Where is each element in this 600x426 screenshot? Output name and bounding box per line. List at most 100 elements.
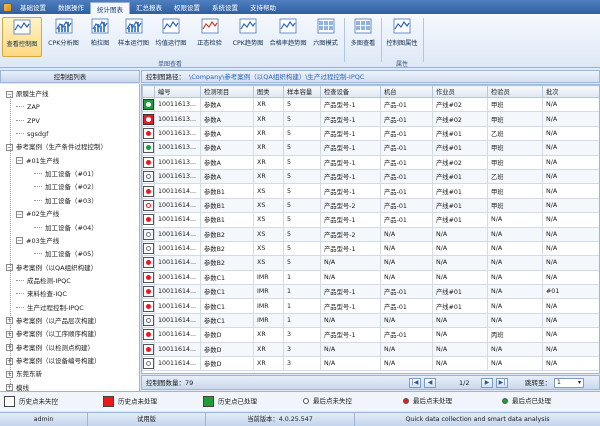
tree-node[interactable]: − #02生产线 <box>16 209 59 220</box>
table-row[interactable]: 10011614... 参数D XR 3 N/A N/A N/A N/A N/A <box>142 356 599 372</box>
table-row[interactable]: 10011614... 参数B1 XS 5 产品型号-1 产品-01 产线#01 甲班 N/A <box>142 183 599 199</box>
table-row[interactable]: 10011614... 参数C1 IMR 1 产品型号-1 产品-01 产线#01 N/A #0… <box>142 284 599 300</box>
table-row[interactable]: 10011614... 参数B2 XS 5 N/A N/A N/A N/A N/A <box>142 255 599 271</box>
tree-node[interactable]: 加工设备（#05） <box>34 249 98 260</box>
tree-node[interactable]: + 参考案例（以设备编号构建） <box>6 356 101 367</box>
tree-node[interactable]: − 原膜生产线 <box>6 89 49 100</box>
legend-dot-icon <box>303 398 309 404</box>
menu-item-3[interactable]: 统计图表 <box>90 2 130 14</box>
grid-header-cell[interactable]: 检查设备 <box>320 85 381 98</box>
table-row[interactable]: 10011613... 参数A XR 5 产品型号-1 产品-01 产线#01 乙班 N/A <box>142 168 599 185</box>
table-cell: 10011614... <box>154 226 201 242</box>
grid-header-cell[interactable]: 机台 <box>380 85 433 98</box>
menu-item-6[interactable]: 系统设置 <box>206 0 244 14</box>
ribbon-button-2[interactable]: CPK分析图 <box>43 17 84 57</box>
table-row[interactable]: 10011614... 参数B1 XS 5 产品型号-1 产品-01 产线#01 N/A N/A <box>142 212 599 228</box>
table-cell: N/A <box>542 341 599 358</box>
grid-header-cell[interactable]: 作业员 <box>432 85 488 98</box>
tree-node[interactable]: − 参考案例（生产条件过程控制） <box>6 142 107 153</box>
menu-item-7[interactable]: 支持帮助 <box>244 0 282 14</box>
table-cell: XR <box>253 341 284 358</box>
grid-header-cell[interactable]: 检测项目 <box>200 85 254 98</box>
tree-node[interactable]: + 参考案例（以产品层次构建） <box>6 316 101 327</box>
ribbon-button-1[interactable]: 查看控制图 <box>2 17 42 57</box>
ribbon-button-5[interactable]: 均值运行图 <box>152 17 190 57</box>
expand-icon[interactable]: + <box>6 384 13 391</box>
collapse-icon[interactable]: − <box>16 210 23 218</box>
control-group-list-header: 控制组列表 <box>0 70 140 83</box>
tree-node[interactable]: 生产过程控制-IPQC <box>16 303 84 314</box>
chart-property-button[interactable]: 控制图属性 <box>384 17 420 57</box>
ribbon-button-7[interactable]: CPK趋势图 <box>229 17 267 57</box>
tree-node[interactable]: ZAP <box>16 102 40 113</box>
table-cell: N/A <box>542 312 599 329</box>
table-cell: XS <box>253 183 284 199</box>
tree-node[interactable]: ZPV <box>16 116 40 127</box>
table-cell: 10011614... <box>154 312 201 329</box>
collapse-icon[interactable]: − <box>16 157 23 165</box>
table-cell: IMR <box>253 269 284 286</box>
table-cell: 1 <box>283 284 321 300</box>
ribbon-button-8[interactable]: 合格率趋势图 <box>268 17 308 57</box>
row-status-cell <box>142 125 155 142</box>
tree-node[interactable]: − 参考案例（以QA组织构建） <box>6 263 97 274</box>
tree-node[interactable]: sgsdgf <box>16 129 48 140</box>
table-row[interactable]: 10011614... 参数B2 XS 5 产品型号-1 N/A N/A N/A N/A <box>142 240 599 257</box>
grid-header-cell[interactable]: 样本容量 <box>283 85 321 98</box>
status-version: 当前版本：4.0.25.547 <box>206 413 355 426</box>
table-cell: N/A <box>380 226 433 242</box>
ribbon-button-4[interactable]: 样本运行图 <box>116 17 151 57</box>
table-cell: 产线#02 <box>432 96 488 113</box>
menu-item-5[interactable]: 权限设置 <box>168 0 206 14</box>
tree-node[interactable]: + 参考案例（以工序顺序构建） <box>6 329 101 340</box>
tree-node[interactable]: 加工设备（#02） <box>34 182 98 193</box>
grid-header-cell[interactable]: 检验员 <box>487 85 543 98</box>
control-group-tree[interactable]: − 原膜生产线 ZAP ZPV sgsdgf − 参考案例（生产条件过程控制） − #01生产线… <box>0 84 140 391</box>
tree-node[interactable]: 加工设备（#04） <box>34 223 98 234</box>
table-cell: XS <box>253 240 284 257</box>
tree-node[interactable]: + 参考案例（以检测点构建） <box>6 343 94 354</box>
tree-node-label: sgsdgf <box>27 130 49 139</box>
tree-node[interactable]: 加工设备（#03） <box>34 196 98 207</box>
ribbon-button-6[interactable]: 正态检验 <box>191 17 228 57</box>
table-row[interactable]: 10011614... 参数C1 IMR 1 N/A N/A N/A N/A N/A <box>142 269 599 286</box>
app-icon[interactable] <box>0 0 14 14</box>
tree-node[interactable]: + 东莞东新 <box>6 369 42 380</box>
control-chart-grid[interactable]: 编号 检测项目 图类 样本容量 检查设备 机台 作业员 检验员 批次 10011613... 参数… <box>141 84 600 374</box>
table-row[interactable]: 10011614... 参数D XR 3 产品型号-1 产品-01 N/A 丙班 N/A <box>142 327 599 343</box>
tree-node[interactable]: 成品检测-IPQC <box>16 276 71 287</box>
grid-header-cell[interactable]: 图类 <box>253 85 284 98</box>
table-row[interactable]: 10011613... 参数A XR 5 产品型号-1 产品-01 产线#02 甲班 N/A <box>142 154 599 170</box>
menu-item-2[interactable]: 数据操作 <box>52 0 90 14</box>
tree-node[interactable]: − #01生产线 <box>16 156 59 167</box>
table-row[interactable]: 10011613... 参数A XR 5 产品型号-1 产品-01 产线#02 甲班 N/A <box>142 96 599 113</box>
table-row[interactable]: 10011613... 参数A XR 5 产品型号-1 产品-01 产线#01 乙班 N/A <box>142 125 599 142</box>
tree-node[interactable]: 来料检查-IQC <box>16 289 67 300</box>
ribbon-button-3[interactable]: 柏拉图 <box>85 17 115 57</box>
collapse-icon[interactable]: − <box>16 237 23 245</box>
next-page-button[interactable]: ▶ <box>481 378 493 388</box>
tree-node[interactable]: 加工设备（#01） <box>34 169 98 180</box>
prev-page-button[interactable]: ◀ <box>424 378 436 388</box>
ribbon-button-9[interactable]: 六图模式 <box>309 17 342 57</box>
legend-dot-icon <box>403 398 409 404</box>
jump-page-select[interactable]: 1 ▾ <box>554 378 584 388</box>
menu-item-4[interactable]: 汇总报表 <box>130 0 168 14</box>
grid-header-cell[interactable]: 编号 <box>154 85 201 98</box>
table-row[interactable]: 10011613... 参数A XR 5 产品型号-1 产品-01 产线#02 甲班 N/A <box>142 111 599 127</box>
page-indicator: 1/2 <box>459 379 470 387</box>
multi-chart-view-button[interactable]: 多图查看 <box>348 17 378 57</box>
last-page-button[interactable]: ▶| <box>496 378 508 388</box>
table-row[interactable]: 10011613... 参数A XR 5 产品型号-1 产品-01 产线#01 甲班 N/A <box>142 140 599 156</box>
table-row[interactable]: 10011614... 参数B2 XS 5 产品型号-2 N/A N/A N/A N/A <box>142 226 599 242</box>
table-row[interactable]: 10011614... 参数C1 IMR 1 产品型号-1 产品-01 产线#01 N/A N/… <box>142 298 599 314</box>
grid-header-cell[interactable]: 批次 <box>542 85 599 98</box>
tree-node[interactable]: − #03生产线 <box>16 236 59 247</box>
table-cell: N/A <box>432 240 488 257</box>
first-page-button[interactable]: |◀ <box>409 378 421 388</box>
table-row[interactable]: 10011614... 参数B1 XS 5 产品型号-2 产品-01 产线#01 甲班 N/A <box>142 197 599 214</box>
table-row[interactable]: 10011614... 参数D XR 3 N/A N/A N/A N/A N/A <box>142 341 599 358</box>
menu-item-1[interactable]: 基础设置 <box>14 0 52 14</box>
status-dot <box>146 303 151 309</box>
table-row[interactable]: 10011614... 参数C1 IMR 1 N/A N/A N/A N/A N/A <box>142 312 599 329</box>
